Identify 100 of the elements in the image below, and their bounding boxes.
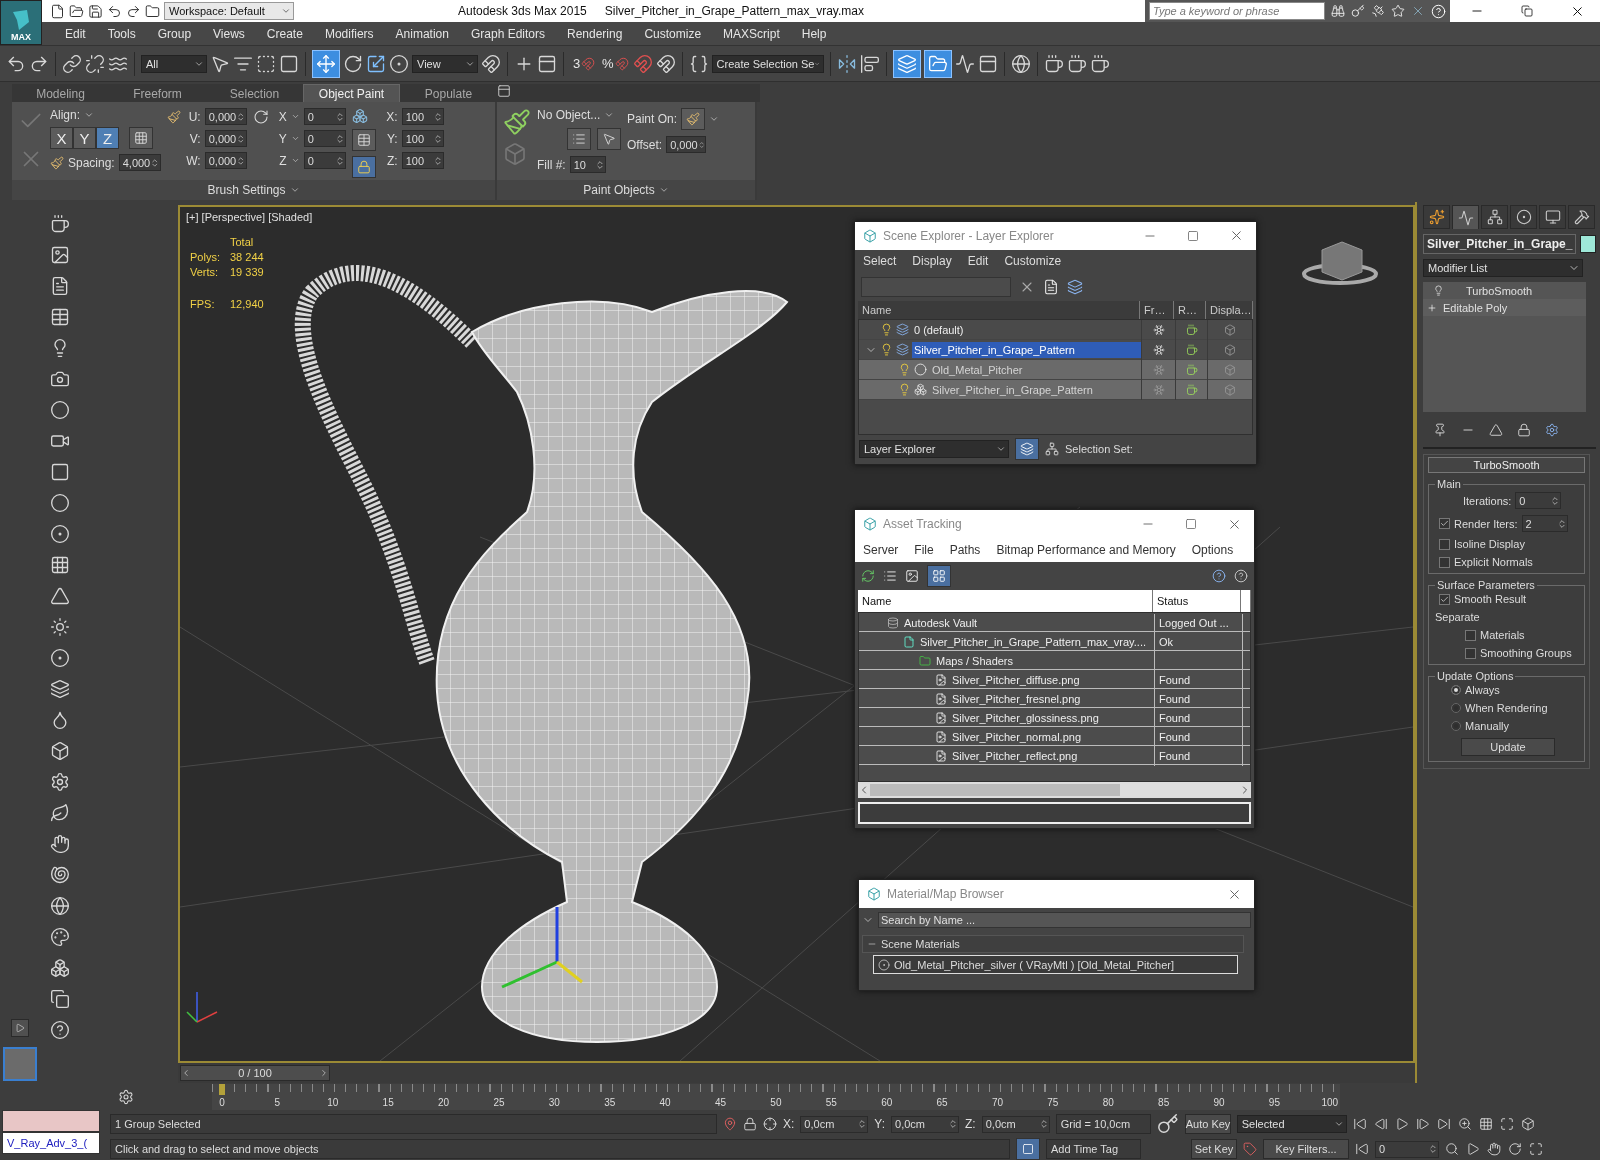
fill-spinner[interactable]: 10	[569, 156, 606, 173]
asset-name[interactable]: Autodesk Vault	[902, 615, 980, 631]
ribbon-tab[interactable]: Modeling	[12, 84, 109, 102]
set-key-button[interactable]: Set Key	[1191, 1139, 1237, 1159]
key-filters-button[interactable]: Key Filters...	[1263, 1139, 1349, 1159]
menu-item[interactable]: Rendering	[556, 26, 634, 41]
rotation-spinner[interactable]: 0	[303, 108, 346, 125]
explorer-mode-dropdown[interactable]: Layer Explorer	[859, 440, 1009, 459]
menu-item[interactable]: Select	[863, 254, 897, 269]
menu-item[interactable]: Modifiers	[313, 26, 385, 41]
menu-item[interactable]: Graph Editors	[459, 26, 556, 41]
group-header[interactable]: Scene Materials	[862, 935, 1244, 953]
column-header[interactable]: Name	[858, 300, 1140, 319]
asset-name[interactable]: Silver_Pitcher_glossiness.png	[950, 710, 1101, 726]
menu-item[interactable]: Customize	[633, 26, 713, 41]
menu-item[interactable]: Server	[863, 543, 899, 557]
modifier-list-dropdown[interactable]: Modifier List	[1423, 259, 1583, 277]
object-name-field[interactable]: Silver_Pitcher_in_Grape_	[1423, 234, 1576, 254]
offset-spinner[interactable]: 0,000	[204, 130, 247, 147]
column-header[interactable]: Displa…	[1206, 300, 1253, 319]
iterations-spinner[interactable]: 0	[1515, 492, 1562, 509]
selection-filter-dropdown[interactable]: All	[141, 54, 207, 73]
surface-group: Surface Parameters Smooth Result Separate Materials Smoothing Groups	[1428, 579, 1585, 665]
scale-spinner[interactable]: 100	[401, 108, 444, 125]
menu-item[interactable]: Animation	[384, 26, 460, 41]
menu-item[interactable]: Display	[912, 254, 952, 269]
asset-name[interactable]: Maps / Shaders	[934, 653, 1016, 669]
asset-name[interactable]: Silver_Pitcher_fresnel.png	[950, 691, 1083, 707]
search-field[interactable]: Type a keyword or phrase	[1149, 2, 1325, 20]
axis-label: Y	[277, 131, 287, 146]
menu-item[interactable]: Tools	[96, 26, 147, 41]
rollout-header[interactable]: TurboSmooth	[1428, 457, 1585, 473]
add-time-tag[interactable]: Add Time Tag	[1046, 1139, 1141, 1159]
auto-key-button[interactable]: Auto Key	[1184, 1114, 1231, 1134]
render-iters-spinner[interactable]: 2	[1521, 515, 1568, 532]
asset-name[interactable]: Silver_Pitcher_diffuse.png	[950, 672, 1082, 688]
asset-name[interactable]: Silver_Pitcher_reflect.png	[950, 748, 1080, 764]
ribbon-tab[interactable]: Selection	[206, 84, 303, 102]
coordinate-spinner[interactable]: 0,0cm	[891, 1115, 960, 1133]
timeline-track[interactable]: 0 5 10 15 20 25 30 35 40 45 50 55 60 65 70 75 80 85 90 95 100	[212, 1083, 1340, 1110]
selection-set-dropdown[interactable]: Create Selection Se	[711, 54, 824, 73]
rotation-spinner[interactable]: 0	[303, 130, 346, 147]
material-item[interactable]: Old_Metal_Pitcher_silver ( VRayMtl ) [Old_Metal_Pitcher]	[873, 955, 1238, 974]
offset-spinner[interactable]: 0,000	[204, 152, 247, 169]
menu-item[interactable]: Group	[146, 26, 203, 41]
reference-coordinate-dropdown[interactable]: View	[412, 54, 478, 73]
menu-item[interactable]: MAXScript	[712, 26, 791, 41]
asset-name[interactable]: Silver_Pitcher_in_Grape_Pattern_max_vray....	[918, 634, 1148, 650]
iterations-label: Iterations:	[1463, 494, 1512, 507]
menu-item[interactable]: Edit	[967, 254, 989, 269]
time-slider-thumb[interactable]: 0 / 100	[180, 1065, 330, 1081]
coordinate-spinner[interactable]: 0,0cm	[981, 1115, 1050, 1133]
layer-name[interactable]: 0 (default)	[912, 321, 966, 338]
panel-title[interactable]: Brush Settings	[207, 183, 286, 197]
scale-spinner[interactable]: 100	[401, 152, 444, 169]
frame-tick-label: 95	[1267, 1096, 1281, 1108]
column-header[interactable]: Fr…	[1140, 300, 1174, 319]
menu-item[interactable]: Options	[1191, 543, 1234, 557]
layer-name[interactable]: Silver_Pitcher_in_Grape_Pattern	[912, 341, 1141, 358]
menu-item[interactable]: File	[914, 543, 934, 557]
frame-spinner[interactable]: 0	[1375, 1140, 1439, 1158]
axis-toggle[interactable]: X	[50, 127, 73, 149]
workspace-dropdown[interactable]: Workspace: Default	[164, 2, 294, 20]
ribbon-tab[interactable]: Object Paint	[303, 84, 400, 102]
ribbon-tab[interactable]: Populate	[400, 84, 497, 102]
axis-toggle[interactable]: Y	[73, 127, 96, 149]
asset-name[interactable]: Silver_Pitcher_normal.png	[950, 729, 1083, 745]
script-listener-input[interactable]: V_Ray_Adv_3_(	[2, 1132, 100, 1154]
axis-toggle[interactable]: Z	[96, 127, 119, 149]
viewport-label[interactable]: [+] [Perspective] [Shaded]	[186, 211, 374, 223]
menu-item[interactable]: Bitmap Performance and Memory	[996, 543, 1176, 557]
snap-toggle-button[interactable]: %	[601, 49, 630, 78]
panel-title[interactable]: Paint Objects	[583, 183, 655, 197]
menu-item[interactable]: Help	[790, 26, 838, 41]
key-mode-dropdown[interactable]: Selected	[1236, 1115, 1347, 1133]
offset-spinner[interactable]: 0,000	[204, 108, 247, 125]
column-header[interactable]: R…	[1174, 300, 1206, 319]
scale-spinner[interactable]: 100	[401, 130, 444, 147]
snap-toggle-button[interactable]: 3	[570, 49, 598, 78]
spacing-spinner[interactable]: 4,000	[118, 154, 161, 171]
coordinate-spinner[interactable]: 0,0cm	[800, 1115, 869, 1133]
menu-item[interactable]: Paths	[949, 543, 981, 557]
menu-item[interactable]: Views	[202, 26, 256, 41]
rotation-spinner[interactable]: 0	[303, 152, 346, 169]
frame-tick-label: 0	[218, 1096, 226, 1108]
axis-label: X	[277, 109, 287, 124]
axis-label: U:	[187, 109, 201, 124]
update-button[interactable]: Update	[1461, 738, 1555, 756]
fill-label: Fill #:	[537, 157, 566, 172]
object-label[interactable]: No Object...	[537, 108, 601, 122]
modifier-item[interactable]: TurboSmooth	[1466, 284, 1533, 297]
menu-item[interactable]: Customize	[1004, 254, 1062, 269]
frame-tick-label: 40	[658, 1096, 672, 1108]
menu-item[interactable]: Create	[255, 26, 314, 41]
menu-item[interactable]: Edit	[54, 26, 97, 41]
offset-spinner[interactable]: 0,000	[666, 136, 707, 153]
ribbon-tab[interactable]: Freeform	[109, 84, 206, 102]
app-logo[interactable]: MAX	[0, 0, 42, 45]
search-field[interactable]: Search by Name ...	[878, 912, 1251, 928]
layer-name[interactable]: Old_Metal_Pitcher	[930, 361, 1025, 378]
